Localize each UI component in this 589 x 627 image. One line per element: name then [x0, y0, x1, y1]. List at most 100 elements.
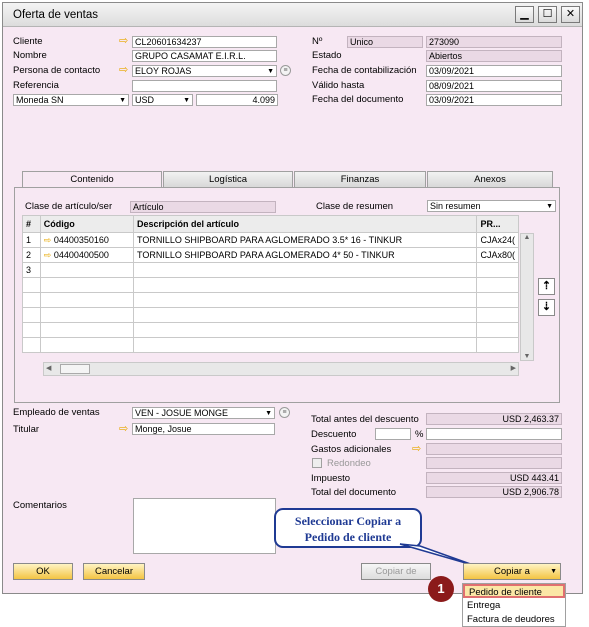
item-code: 04400350160 — [53, 234, 109, 245]
table-row[interactable] — [22, 322, 519, 338]
tab-finanzas[interactable]: Finanzas — [294, 171, 426, 187]
comentarios-label: Comentarios — [13, 500, 67, 511]
table-row[interactable] — [22, 307, 519, 323]
grid-vertical-scrollbar[interactable]: ▲ ▼ — [520, 233, 534, 361]
item-description[interactable] — [133, 277, 478, 293]
item-pr[interactable]: CJAx24( — [476, 232, 519, 248]
menu-item-pedido-cliente[interactable]: Pedido de cliente — [463, 584, 565, 598]
table-row[interactable] — [22, 277, 519, 293]
tab-anexos[interactable]: Anexos — [427, 171, 553, 187]
item-code-cell[interactable]: ⇨ 04400400500 — [39, 247, 135, 263]
table-row[interactable] — [22, 292, 519, 308]
grid-horizontal-scrollbar[interactable]: ◀ ▶ — [43, 362, 519, 376]
link-arrow-icon[interactable]: ⇨ — [412, 444, 424, 455]
moneda-sn-dropdown[interactable]: Moneda SN ▼ — [13, 94, 129, 106]
move-row-up-icon[interactable]: ⇡ — [538, 278, 555, 295]
row-number — [22, 307, 41, 323]
valido-field[interactable]: 08/09/2021 — [426, 80, 562, 92]
clase-articulo-field[interactable]: Artículo — [130, 201, 276, 213]
copy-to-button[interactable]: Copiar a ▼ — [463, 563, 561, 580]
close-icon[interactable]: ✕ — [561, 6, 580, 23]
column-header[interactable]: # — [22, 215, 41, 233]
tab-contenido[interactable]: Contenido — [22, 171, 162, 188]
contact-details-icon[interactable]: ≡ — [280, 65, 291, 76]
item-description[interactable] — [133, 292, 478, 308]
item-code[interactable] — [39, 292, 135, 308]
impuesto-field: USD 443.41 — [426, 472, 562, 484]
copy-from-button[interactable]: Copiar de — [361, 563, 431, 580]
ok-button[interactable]: OK — [13, 563, 73, 580]
maximize-icon[interactable]: ☐ — [538, 6, 557, 23]
table-row[interactable] — [22, 337, 519, 353]
serie-dropdown[interactable]: Unico — [347, 36, 423, 48]
titular-field[interactable]: Monge, Josue — [132, 423, 275, 435]
item-description[interactable] — [133, 322, 478, 338]
item-code[interactable] — [39, 337, 135, 353]
cancel-button[interactable]: Cancelar — [83, 563, 145, 580]
item-code-cell[interactable]: ⇨ 04400350160 — [39, 232, 135, 248]
item-description[interactable]: TORNILLO SHIPBOARD PARA AGLOMERADO 3.5* … — [133, 232, 478, 248]
redondeo-checkbox[interactable] — [312, 458, 322, 468]
row-number: 1 — [22, 232, 41, 248]
total-doc-field: USD 2,906.78 — [426, 486, 562, 498]
fecha-cont-field[interactable]: 03/09/2021 — [426, 65, 562, 77]
referencia-label: Referencia — [13, 80, 59, 91]
item-description[interactable] — [133, 307, 478, 323]
currency-dropdown[interactable]: USD ▼ — [132, 94, 193, 106]
contacto-dropdown[interactable]: ELOY ROJAS ▼ — [132, 65, 277, 77]
link-arrow-icon[interactable]: ⇨ — [44, 235, 52, 245]
link-arrow-icon[interactable]: ⇨ — [44, 250, 52, 260]
descuento-pct-field[interactable] — [375, 428, 411, 440]
column-header[interactable]: PR... — [476, 215, 519, 233]
item-pr[interactable] — [476, 322, 519, 338]
item-pr[interactable] — [476, 307, 519, 323]
menu-item-factura-deudores[interactable]: Factura de deudores — [463, 613, 565, 627]
referencia-field[interactable] — [132, 80, 277, 92]
column-header[interactable]: Código — [39, 215, 135, 233]
exchange-rate-field[interactable]: 4.099 — [196, 94, 278, 106]
item-pr[interactable]: CJAx80( — [476, 247, 519, 263]
link-arrow-icon[interactable]: ⇨ — [119, 424, 131, 435]
item-pr[interactable] — [476, 337, 519, 353]
clase-resumen-dropdown[interactable]: Sin resumen ▼ — [427, 200, 556, 212]
menu-item-entrega[interactable]: Entrega — [463, 599, 565, 613]
empleado-value: VEN - JOSUE MONGE — [135, 408, 229, 418]
item-code: 04400400500 — [53, 249, 109, 260]
chevron-down-icon: ▼ — [267, 68, 274, 75]
empleado-dropdown[interactable]: VEN - JOSUE MONGE ▼ — [132, 407, 275, 419]
move-row-down-icon[interactable]: ⇣ — [538, 299, 555, 316]
table-row[interactable]: 1 ⇨ 04400350160 TORNILLO SHIPBOARD PARA AG… — [22, 232, 519, 248]
link-arrow-icon[interactable]: ⇨ — [119, 36, 131, 47]
item-pr[interactable] — [476, 277, 519, 293]
item-code[interactable] — [39, 307, 135, 323]
item-code[interactable] — [39, 277, 135, 293]
employee-details-icon[interactable]: ≡ — [279, 407, 290, 418]
scroll-up-icon[interactable]: ▲ — [521, 234, 533, 241]
comentarios-textarea[interactable] — [133, 498, 276, 554]
table-row[interactable]: 2 ⇨ 04400400500 TORNILLO SHIPBOARD PARA AG… — [22, 247, 519, 263]
item-description[interactable] — [133, 337, 478, 353]
descuento-amount-field[interactable] — [426, 428, 562, 440]
minimize-icon[interactable]: ▁ — [515, 6, 534, 23]
table-row[interactable]: 3 — [22, 262, 519, 278]
tab-logistica[interactable]: Logística — [163, 171, 293, 187]
item-description[interactable]: TORNILLO SHIPBOARD PARA AGLOMERADO 4* 50… — [133, 247, 478, 263]
fecha-doc-field[interactable]: 03/09/2021 — [426, 94, 562, 106]
scroll-left-icon[interactable]: ◀ — [46, 364, 51, 372]
cliente-field[interactable]: CL20601634237 — [132, 36, 277, 48]
table-header-row: # Código Descripción del artículo PR... — [22, 215, 519, 233]
item-description[interactable] — [133, 262, 478, 278]
scroll-down-icon[interactable]: ▼ — [521, 353, 533, 360]
item-pr[interactable] — [476, 262, 519, 278]
total-antes-field: USD 2,463.37 — [426, 413, 562, 425]
column-header[interactable]: Descripción del artículo — [133, 215, 478, 233]
scroll-thumb[interactable] — [60, 364, 90, 374]
link-arrow-icon[interactable]: ⇨ — [119, 65, 131, 76]
item-code[interactable] — [39, 262, 135, 278]
nombre-field[interactable]: GRUPO CASAMAT E.I.R.L. — [132, 50, 277, 62]
item-code[interactable] — [39, 322, 135, 338]
scroll-right-icon[interactable]: ▶ — [511, 364, 516, 372]
fecha-cont-label: Fecha de contabilización — [312, 65, 417, 76]
item-pr[interactable] — [476, 292, 519, 308]
fecha-doc-label: Fecha del documento — [312, 94, 404, 105]
